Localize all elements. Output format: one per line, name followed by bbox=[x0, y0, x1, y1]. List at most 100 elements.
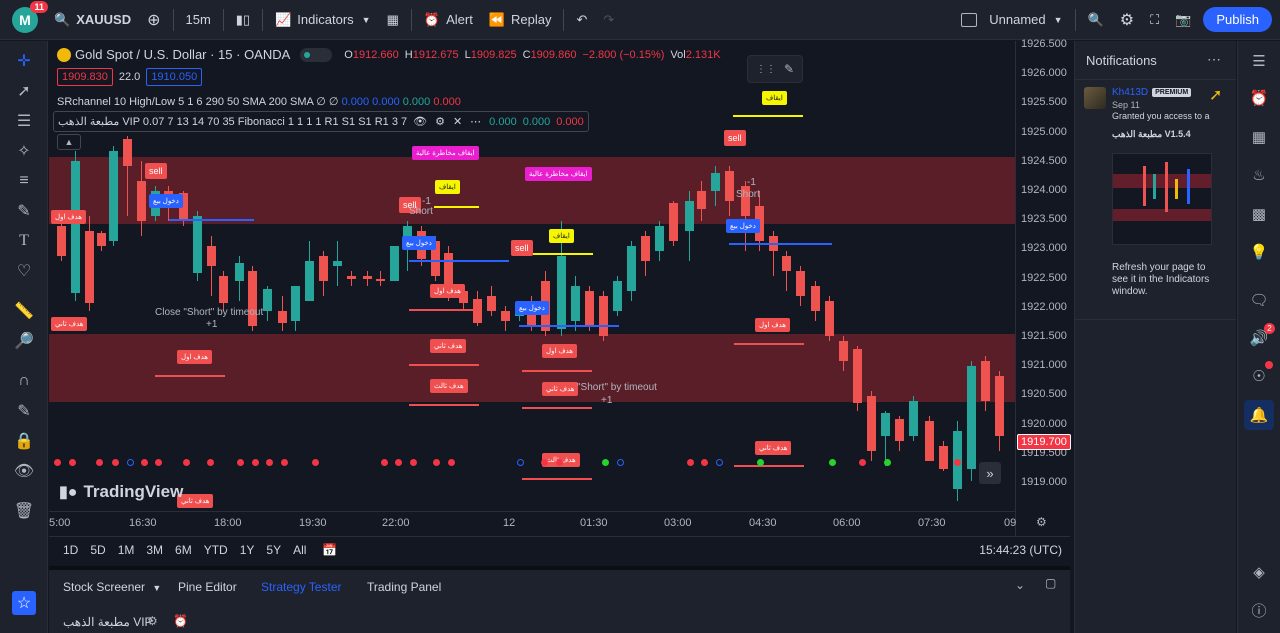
calendar-icon[interactable]: ▩ bbox=[1247, 202, 1271, 226]
more-icon[interactable]: ⋯ bbox=[470, 115, 481, 128]
publish-button[interactable]: Publish bbox=[1203, 7, 1272, 32]
candle-body bbox=[867, 396, 876, 451]
range-button-3m[interactable]: 3M bbox=[140, 543, 169, 557]
interval-button[interactable]: 15m bbox=[178, 0, 219, 40]
heart-icon[interactable]: ♡ bbox=[12, 259, 36, 283]
chart-pane[interactable]: sell sell sell sell دخول بيع دخول بيع دخ… bbox=[49, 41, 1015, 511]
candle-body bbox=[641, 236, 650, 261]
range-button-all[interactable]: All bbox=[287, 543, 312, 557]
quick-search-button[interactable]: 🔍 bbox=[1080, 0, 1112, 40]
indicators-button[interactable]: 📈 Indicators ▼ bbox=[267, 0, 378, 40]
gear-icon[interactable]: ⚙ bbox=[435, 115, 445, 128]
notifications-bell-icon[interactable]: 🔔 bbox=[1244, 400, 1274, 430]
replay-button[interactable]: ⏪ Replay bbox=[481, 0, 560, 40]
axis-settings-icon[interactable]: ⚙ bbox=[1036, 515, 1047, 529]
tab-pine-editor[interactable]: Pine Editor bbox=[178, 580, 237, 594]
lock-drawing-icon[interactable]: ✎ bbox=[12, 399, 36, 423]
candle-body bbox=[319, 256, 328, 281]
text-icon[interactable]: T bbox=[12, 229, 36, 253]
templates-button[interactable]: ▦ bbox=[379, 0, 407, 40]
date-range-icon[interactable]: 📅 bbox=[322, 543, 337, 557]
trendline-icon[interactable]: ➚ bbox=[12, 79, 36, 103]
more-icon[interactable]: ⋯ bbox=[1207, 51, 1221, 68]
alert-button[interactable]: ⏰ Alert bbox=[416, 0, 481, 40]
time-tick-label: 16:30 bbox=[129, 517, 157, 529]
redo-button[interactable]: ↷ bbox=[595, 0, 622, 40]
range-button-1y[interactable]: 1Y bbox=[234, 543, 261, 557]
chart-type-button[interactable]: ▮▯ bbox=[228, 0, 258, 40]
bid-price[interactable]: 1909.830 bbox=[57, 68, 113, 86]
fullscreen-button[interactable]: ⛶ bbox=[1142, 0, 1167, 40]
alarm-icon[interactable]: ⏰ bbox=[1247, 86, 1271, 110]
indicator-value: 0.000 bbox=[522, 115, 551, 128]
symbol-title[interactable]: Gold Spot / U.S. Dollar · 15 · OANDA bbox=[75, 47, 290, 62]
maximize-panel-icon[interactable]: ▢ bbox=[1045, 576, 1056, 590]
range-button-ytd[interactable]: YTD bbox=[198, 543, 234, 557]
help-icon[interactable]: ⓘ bbox=[1247, 598, 1271, 622]
layout-button[interactable]: Unnamed ▼ bbox=[953, 0, 1070, 40]
ideas-icon[interactable]: 💡 bbox=[1247, 240, 1271, 264]
script-preview-image[interactable] bbox=[1112, 153, 1212, 245]
notification-badge: 11 bbox=[30, 0, 48, 13]
candle-body bbox=[278, 311, 287, 323]
trash-icon[interactable]: 🗑 bbox=[12, 499, 36, 523]
notification-message: Granted you access to a bbox=[1112, 111, 1210, 121]
range-button-5y[interactable]: 5Y bbox=[260, 543, 287, 557]
ruler-icon[interactable]: 📏 bbox=[12, 299, 36, 323]
price-axis[interactable]: 1926.500 1926.000 1925.500 1925.000 1924.500… bbox=[1015, 38, 1071, 536]
magnet-icon[interactable]: ∩ bbox=[12, 369, 36, 393]
clock[interactable]: 15:44:23 (UTC) bbox=[979, 543, 1062, 557]
notification-date: Sep 11 bbox=[1112, 100, 1140, 110]
tab-strategy-tester[interactable]: Strategy Tester bbox=[261, 580, 341, 594]
ask-price[interactable]: 1910.050 bbox=[146, 68, 203, 86]
brush-icon[interactable]: ✎ bbox=[12, 199, 36, 223]
eye-icon[interactable]: 👁 bbox=[413, 115, 427, 128]
alarm-add-icon[interactable]: ⏰ bbox=[173, 614, 188, 628]
range-button-1d[interactable]: 1D bbox=[57, 543, 84, 557]
entry-line bbox=[519, 325, 619, 327]
tp3-label: هدف ثالث bbox=[430, 379, 468, 393]
indicator-srchannel[interactable]: SRchannel 10 High/Low 5 1 6 290 50 SMA 2… bbox=[57, 95, 461, 108]
horizontal-lines-icon[interactable]: ☰ bbox=[12, 109, 36, 133]
notifications-panel: Notifications ⋯ Kh413D PREMIUM ➚ Sep 11 … bbox=[1074, 41, 1236, 633]
user-avatar[interactable]: M 11 bbox=[12, 0, 48, 33]
indicator-vip[interactable]: مطبعة الذهب VIP 0.07 7 13 14 70 35 Fibon… bbox=[53, 111, 589, 132]
target-line bbox=[409, 309, 479, 311]
notification-user[interactable]: Kh413D bbox=[1112, 87, 1148, 98]
floating-draw-toolbar[interactable]: ⋮⋮ ✎ bbox=[747, 55, 803, 83]
undo-button[interactable]: ↶ bbox=[568, 0, 595, 40]
compare-button[interactable]: ⊕ bbox=[139, 0, 168, 40]
close-icon[interactable]: ✕ bbox=[453, 115, 462, 128]
watchlist-icon[interactable]: ☰ bbox=[1247, 49, 1271, 73]
settings-button[interactable]: ⚙ bbox=[1112, 0, 1142, 40]
drag-handle-icon[interactable]: ⋮⋮ bbox=[756, 64, 776, 75]
layers-icon[interactable]: ◈ bbox=[1247, 560, 1271, 584]
snapshot-button[interactable]: 📷 bbox=[1167, 0, 1199, 40]
tab-stock-screener[interactable]: Stock Screener ▼ bbox=[63, 580, 161, 594]
crosshair-icon[interactable]: ✛ bbox=[12, 49, 36, 73]
range-button-6m[interactable]: 6M bbox=[169, 543, 198, 557]
time-axis[interactable]: 5:00 16:30 18:00 19:30 22:00 12 01:30 03:00 04:3… bbox=[49, 511, 1016, 536]
data-window-icon[interactable]: ▦ bbox=[1247, 125, 1271, 149]
zoom-icon[interactable]: 🔎 bbox=[12, 329, 36, 353]
hotlist-icon[interactable]: ♨ bbox=[1247, 163, 1271, 187]
range-button-1m[interactable]: 1M bbox=[112, 543, 141, 557]
eraser-icon[interactable]: ✎ bbox=[784, 62, 794, 76]
eye-icon[interactable]: 👁 bbox=[12, 459, 36, 483]
lock-icon[interactable]: 🔒 bbox=[12, 429, 36, 453]
scroll-to-realtime-button[interactable]: » bbox=[979, 462, 1001, 484]
symbol-search[interactable]: 🔍 XAUUSD bbox=[46, 0, 139, 40]
gear-icon[interactable]: ⚙ bbox=[147, 614, 158, 628]
search-icon: 🔍 bbox=[1087, 11, 1104, 27]
strategy-name[interactable]: مطبعة الذهب VIP bbox=[63, 615, 153, 629]
tab-trading-panel[interactable]: Trading Panel bbox=[367, 580, 441, 594]
pattern-icon[interactable]: ✧ bbox=[12, 139, 36, 163]
notification-script[interactable]: مطبعة الذهب V1.5.4 bbox=[1112, 129, 1191, 140]
collapse-legend-button[interactable]: ▲ bbox=[57, 134, 81, 150]
signal-dot bbox=[112, 459, 119, 466]
minimize-panel-icon[interactable]: ⌄ bbox=[1015, 578, 1025, 592]
chat-icon[interactable]: 🗨 bbox=[1247, 288, 1271, 312]
range-button-5d[interactable]: 5D bbox=[84, 543, 111, 557]
fib-icon[interactable]: ≡ bbox=[12, 169, 36, 193]
star-icon[interactable]: ☆ bbox=[12, 591, 36, 615]
